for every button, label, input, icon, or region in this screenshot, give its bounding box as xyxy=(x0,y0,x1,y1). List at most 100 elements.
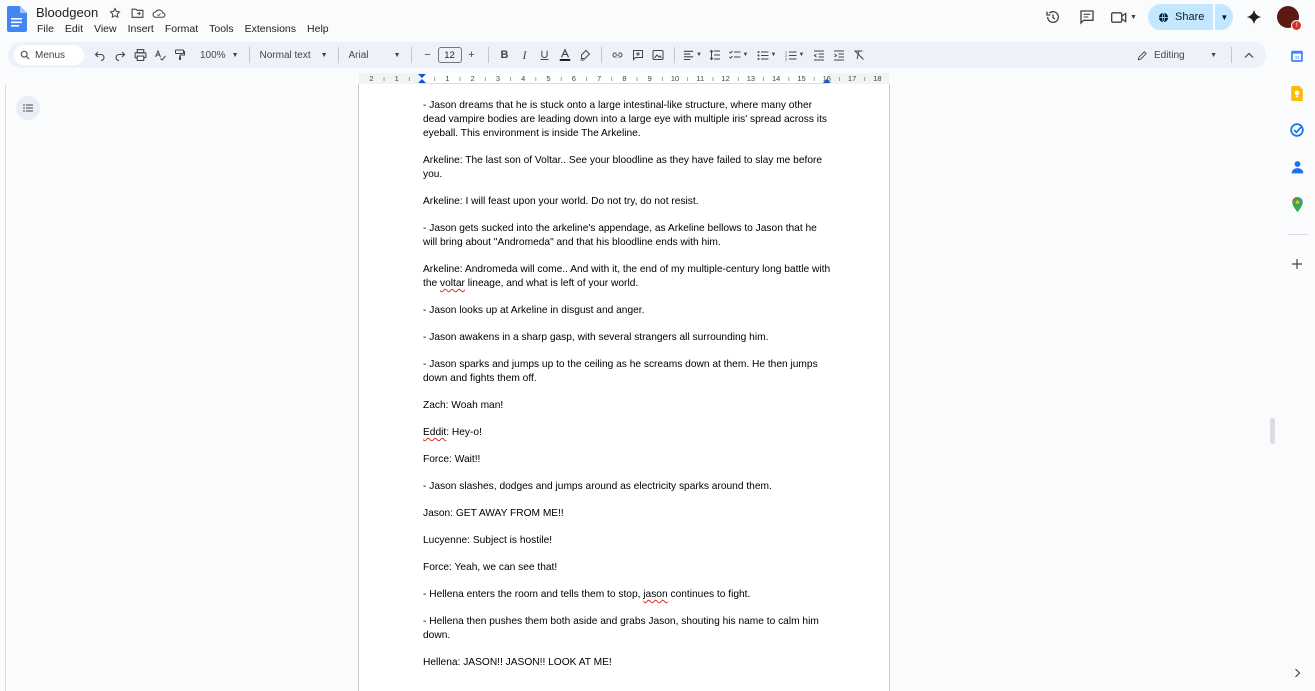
add-comment-icon[interactable] xyxy=(628,45,648,65)
ruler-label: 4 xyxy=(521,74,525,83)
misspelled-word[interactable]: voltar xyxy=(440,278,465,289)
document-outline-button[interactable] xyxy=(16,96,40,120)
menu-edit[interactable]: Edit xyxy=(65,23,88,35)
document-paragraph[interactable]: Force: Wait!! xyxy=(423,453,833,467)
numbered-list-icon[interactable]: 123 ▼ xyxy=(781,45,809,65)
comments-icon[interactable] xyxy=(1074,4,1100,30)
contacts-icon[interactable] xyxy=(1289,159,1305,175)
align-left-icon[interactable]: ▼ xyxy=(681,45,705,65)
bulleted-list-icon[interactable]: ▼ xyxy=(753,45,781,65)
formatting-toolbar: Menus 100% ▼ Normal text ▼ Arial ▼ − 12 … xyxy=(8,42,1266,68)
calendar-icon[interactable]: 31 xyxy=(1289,48,1305,64)
docs-logo-icon[interactable] xyxy=(7,6,27,32)
move-folder-icon[interactable] xyxy=(130,6,144,20)
document-paragraph[interactable]: Hellena: JASON!! JASON!! LOOK AT ME! xyxy=(423,656,833,670)
font-family-select[interactable]: Arial ▼ xyxy=(345,50,405,61)
paint-format-icon[interactable] xyxy=(170,45,190,65)
underline-icon[interactable]: U xyxy=(535,45,555,65)
misspelled-word[interactable]: Eddit xyxy=(423,427,446,438)
font-size-input[interactable]: 12 xyxy=(437,47,462,63)
document-paragraph[interactable]: - Hellena enters the room and tells them… xyxy=(423,588,833,602)
clear-formatting-icon[interactable] xyxy=(849,45,869,65)
text-color-icon[interactable] xyxy=(555,45,575,65)
paragraph-style-select[interactable]: Normal text ▼ xyxy=(256,50,332,61)
maps-icon[interactable] xyxy=(1289,196,1305,212)
star-icon[interactable] xyxy=(108,6,122,20)
get-add-ons-plus-icon[interactable] xyxy=(1289,256,1305,272)
chevron-down-icon: ▼ xyxy=(320,51,328,59)
misspelled-word[interactable]: jason xyxy=(643,589,667,600)
insert-link-icon[interactable] xyxy=(608,45,628,65)
document-paragraph[interactable]: Eddit: Hey-o! xyxy=(423,426,833,440)
svg-text:31: 31 xyxy=(1295,55,1301,60)
editing-mode-select[interactable]: Editing ▼ xyxy=(1129,45,1225,65)
outline-list-icon xyxy=(23,104,33,112)
share-button[interactable]: Share xyxy=(1148,4,1214,30)
bold-icon[interactable]: B xyxy=(495,45,515,65)
menu-tools[interactable]: Tools xyxy=(209,23,239,35)
decrease-indent-icon[interactable] xyxy=(809,45,829,65)
document-paragraph[interactable]: - Jason slashes, dodges and jumps around… xyxy=(423,480,833,494)
document-paragraph[interactable]: - Hellena then pushes them both aside an… xyxy=(423,615,833,643)
version-history-icon[interactable] xyxy=(1040,4,1066,30)
chevron-down-icon: ▼ xyxy=(798,52,805,58)
increase-font-size-icon[interactable]: + xyxy=(462,45,482,65)
spellcheck-icon[interactable] xyxy=(150,45,170,65)
tasks-icon[interactable] xyxy=(1289,122,1305,138)
document-paragraph[interactable]: Lucyenne: Subject is hostile! xyxy=(423,534,833,548)
meet-video-icon[interactable]: ▼ xyxy=(1108,4,1140,30)
document-paragraph[interactable]: Arkeline: I will feast upon your world. … xyxy=(423,195,833,209)
paragraph-text: - Hellena enters the room and tells them… xyxy=(423,589,644,600)
share-options-button[interactable]: ▼ xyxy=(1215,4,1234,30)
line-spacing-icon[interactable] xyxy=(705,45,725,65)
document-paragraph[interactable]: Arkeline: Andromeda will come.. And with… xyxy=(423,263,833,291)
highlight-color-icon[interactable] xyxy=(575,45,595,65)
ruler-label: 5 xyxy=(546,74,550,83)
decrease-font-size-icon[interactable]: − xyxy=(418,45,438,65)
show-side-panel-chevron-right-icon[interactable] xyxy=(1289,665,1305,681)
cloud-saved-icon[interactable] xyxy=(152,6,166,20)
paragraph-text: Jason: GET AWAY FROM ME!! xyxy=(423,508,564,519)
paragraph-text: lineage, and what is left of your world. xyxy=(464,278,639,289)
search-menus-input[interactable]: Menus xyxy=(14,45,84,65)
menu-help[interactable]: Help xyxy=(307,23,334,35)
document-paragraph[interactable]: - Jason looks up at Arkeline in disgust … xyxy=(423,304,833,318)
ruler-label: 9 xyxy=(648,74,652,83)
document-paragraph[interactable]: Jason: GET AWAY FROM ME!! xyxy=(423,507,833,521)
ruler-label: 10 xyxy=(671,74,679,83)
document-paragraph[interactable]: - Jason sparks and jumps up to the ceili… xyxy=(423,358,833,386)
hide-menus-chevron-up-icon[interactable] xyxy=(1238,52,1260,59)
print-icon[interactable] xyxy=(130,45,150,65)
horizontal-ruler[interactable]: 2 1 1 2 3 4 5 6 7 8 9 10 11 12 13 14 15 16 17 18 xyxy=(359,73,889,84)
document-body[interactable]: - Jason dreams that he is stuck onto a l… xyxy=(423,99,833,683)
document-paragraph[interactable]: - Jason dreams that he is stuck onto a l… xyxy=(423,99,833,141)
keep-notes-icon[interactable] xyxy=(1289,85,1305,101)
document-title[interactable]: Bloodgeon xyxy=(36,5,98,20)
undo-icon[interactable] xyxy=(90,45,110,65)
zoom-select[interactable]: 100% ▼ xyxy=(196,50,243,61)
document-paragraph[interactable]: - Jason gets sucked into the arkeline's … xyxy=(423,222,833,250)
ruler-label: 1 xyxy=(395,74,399,83)
document-paragraph[interactable]: Zach: Woah man! xyxy=(423,399,833,413)
document-page[interactable]: - Jason dreams that he is stuck onto a l… xyxy=(358,84,890,691)
vertical-scrollbar-thumb[interactable] xyxy=(1270,418,1275,444)
italic-icon[interactable]: I xyxy=(515,45,535,65)
menu-format[interactable]: Format xyxy=(165,23,203,35)
document-paragraph[interactable]: Arkeline: The last son of Voltar.. See y… xyxy=(423,154,833,182)
document-paragraph[interactable]: - Jason awakens in a sharp gasp, with se… xyxy=(423,331,833,345)
user-avatar[interactable]: ! xyxy=(1277,6,1303,31)
share-label: Share xyxy=(1175,11,1205,23)
redo-icon[interactable] xyxy=(110,45,130,65)
checklist-icon[interactable]: ▼ xyxy=(725,45,753,65)
gemini-spark-icon[interactable] xyxy=(1241,4,1267,30)
menu-file[interactable]: File xyxy=(37,23,59,35)
ruler-label: 2 xyxy=(369,74,373,83)
side-panel-divider xyxy=(1288,234,1308,235)
menu-extensions[interactable]: Extensions xyxy=(245,23,301,35)
increase-indent-icon[interactable] xyxy=(829,45,849,65)
menu-insert[interactable]: Insert xyxy=(128,23,159,35)
insert-image-icon[interactable] xyxy=(648,45,668,65)
document-paragraph[interactable]: Force: Yeah, we can see that! xyxy=(423,561,833,575)
menu-view[interactable]: View xyxy=(94,23,122,35)
chevron-down-icon: ▼ xyxy=(231,51,239,59)
